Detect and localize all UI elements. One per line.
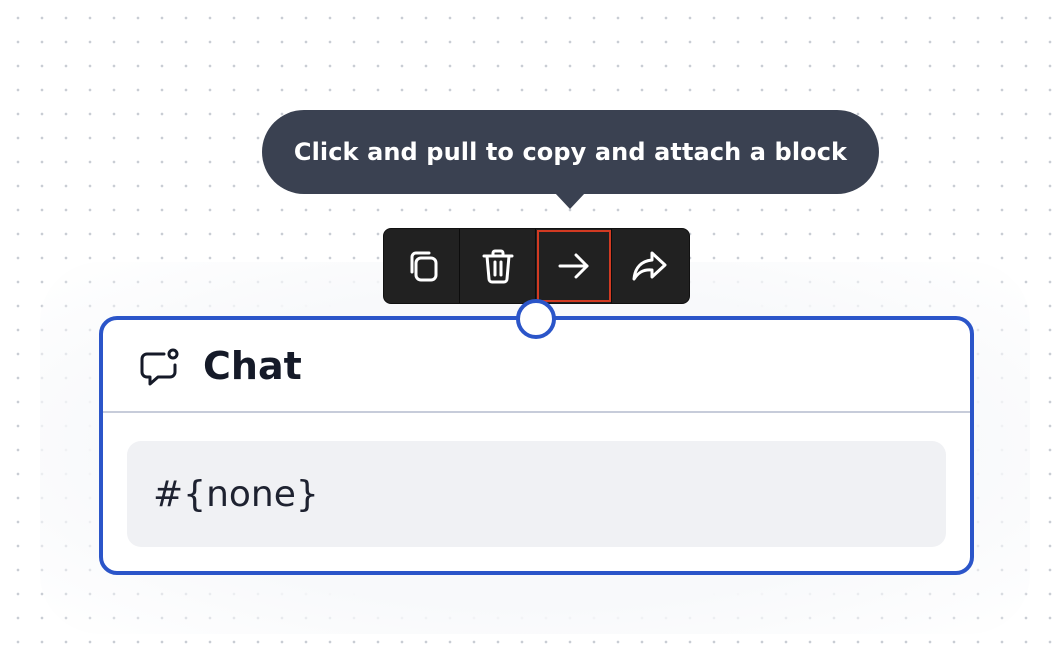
block-body: #{none} — [103, 413, 970, 547]
chat-bubble-icon — [137, 345, 181, 387]
tooltip-arrow — [555, 193, 585, 209]
connect-button[interactable] — [536, 229, 612, 303]
variable-field[interactable]: #{none} — [127, 441, 946, 547]
tooltip-text: Click and pull to copy and attach a bloc… — [293, 138, 848, 166]
trash-icon — [482, 249, 513, 284]
block-title: Chat — [203, 343, 302, 388]
delete-button[interactable] — [460, 229, 536, 303]
tooltip: Click and pull to copy and attach a bloc… — [262, 110, 879, 194]
share-button[interactable] — [612, 229, 688, 303]
share-arrow-icon — [632, 251, 667, 281]
duplicate-button[interactable] — [384, 229, 460, 303]
copy-icon — [410, 251, 437, 282]
block-toolbar — [383, 228, 690, 304]
variable-value: #{none} — [153, 473, 319, 515]
chat-block[interactable]: Chat #{none} — [99, 316, 974, 575]
connection-handle[interactable] — [516, 299, 556, 339]
arrow-right-icon — [558, 253, 588, 279]
